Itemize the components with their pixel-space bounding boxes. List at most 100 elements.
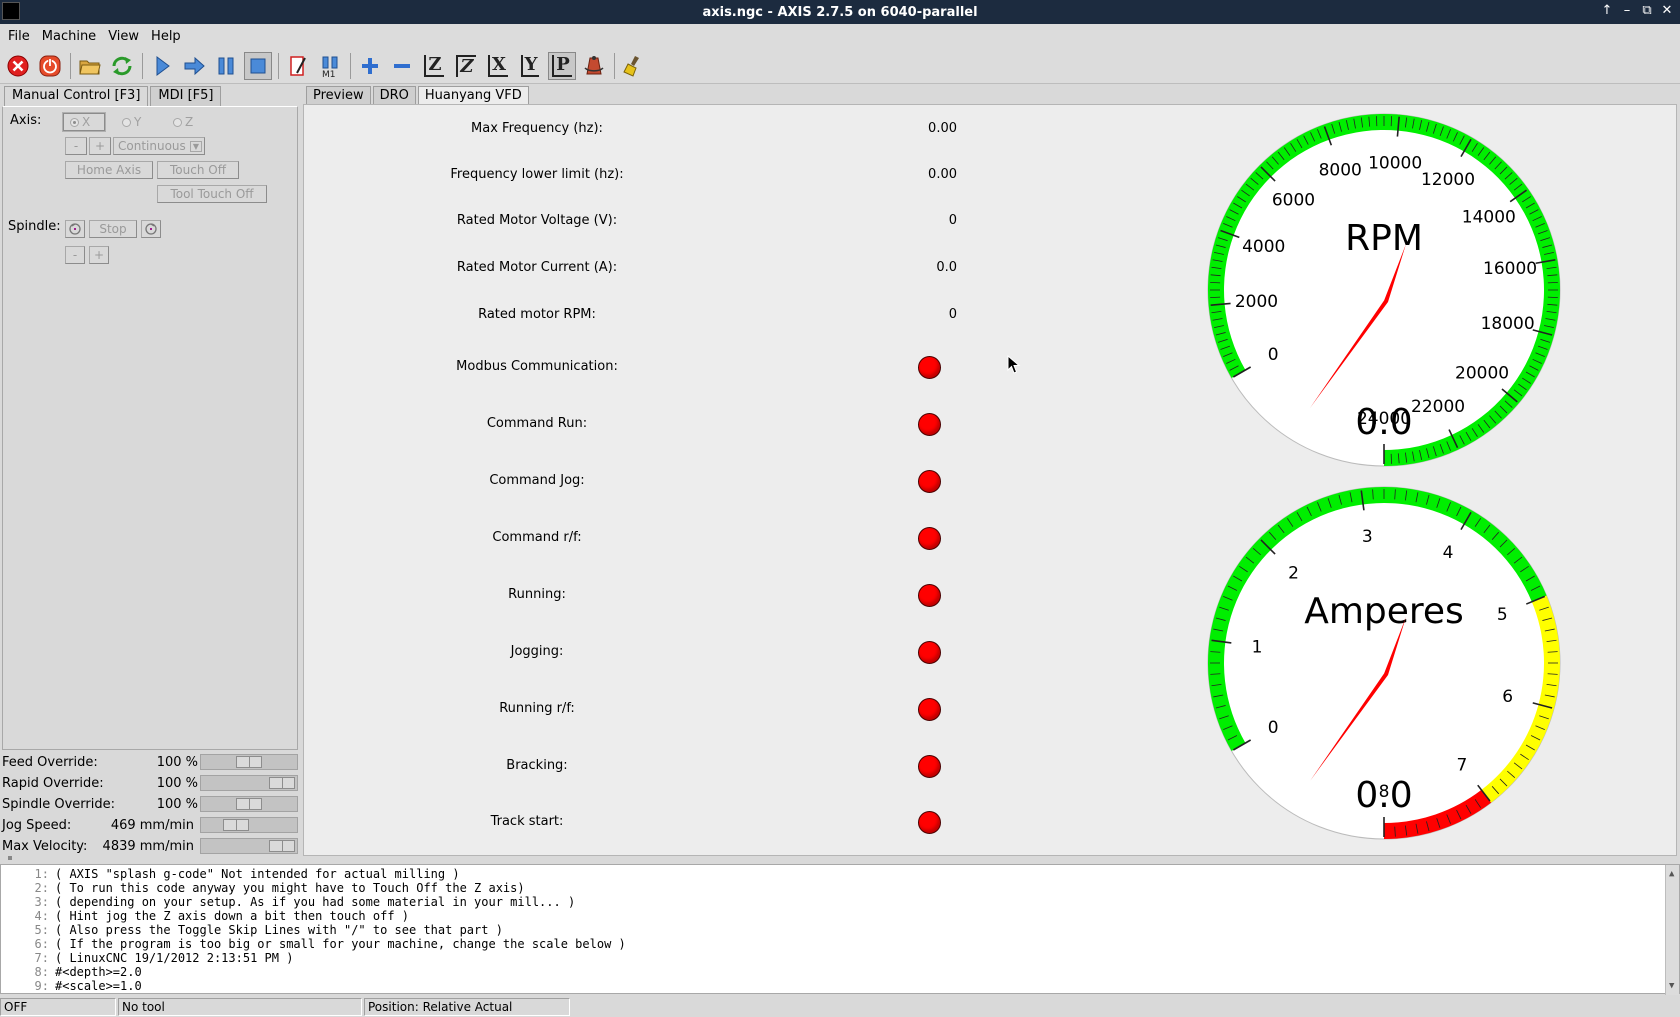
axis-y-label: Y: [134, 115, 142, 129]
menu-machine[interactable]: Machine: [38, 29, 100, 44]
tab-dro[interactable]: DRO: [372, 86, 416, 106]
axis-z-radio[interactable]: Z: [173, 113, 193, 131]
reload-button[interactable]: [108, 52, 136, 80]
line-text: ( To run this code anyway you might have…: [55, 881, 525, 895]
gcode-line[interactable]: 8: #<depth>=2.0: [1, 965, 1679, 979]
window-minimize-button[interactable]: –: [1620, 3, 1634, 18]
line-text: ( depending on your setup. As if you had…: [55, 895, 576, 909]
view-p-button[interactable]: P: [548, 51, 576, 80]
menu-help[interactable]: Help: [147, 29, 185, 44]
line-number: 8:: [34, 965, 49, 979]
optional-stop-button[interactable]: M1: [316, 52, 344, 80]
gcode-line[interactable]: 9: #<scale>=1.0: [1, 979, 1679, 993]
gcode-line[interactable]: 3: ( depending on your setup. As if you h…: [1, 895, 1679, 909]
spindle-slower-button[interactable]: -: [65, 246, 85, 264]
line-text: ( Also press the Toggle Skip Lines with …: [55, 923, 503, 937]
slider-thumb[interactable]: [236, 798, 262, 810]
jog-speed-slider[interactable]: [200, 817, 298, 833]
scroll-down-icon[interactable]: ▼: [1669, 979, 1674, 993]
gauge-tick-label: 6: [1502, 687, 1513, 707]
gcode-line[interactable]: 2: ( To run this code anyway you might ha…: [1, 881, 1679, 895]
step-button[interactable]: [180, 52, 208, 80]
view-z2-button[interactable]: Z: [452, 52, 480, 80]
zoom-in-icon: [362, 57, 378, 74]
axis-y-radio[interactable]: Y: [122, 113, 141, 131]
manual-control-body: Axis: X Y Z - + Continuous ▼ Home Axis T…: [2, 106, 298, 750]
overrides-panel: Feed Override: 100 % Rapid Override: 100…: [0, 752, 300, 856]
view-x-button[interactable]: X: [484, 52, 512, 80]
view-z-button[interactable]: Z: [420, 52, 448, 80]
zoom-in-button[interactable]: [356, 52, 384, 80]
slider-thumb[interactable]: [269, 777, 295, 789]
gcode-line[interactable]: 1: ( AXIS "splash g-code" Not intended fo…: [1, 867, 1679, 881]
pause-button[interactable]: [212, 52, 240, 80]
gcode-scrollbar[interactable]: ▲ ▼: [1665, 865, 1679, 995]
machine-power-button[interactable]: [36, 52, 64, 80]
spindle-faster-button[interactable]: +: [89, 246, 109, 264]
window-raise-button[interactable]: ↑: [1600, 3, 1614, 18]
gauge-tick-label: 22000: [1411, 397, 1465, 417]
bracking-label: Bracking:: [506, 758, 568, 773]
spindle-stop-button[interactable]: Stop: [89, 220, 137, 238]
slider-thumb[interactable]: [222, 819, 249, 831]
view-z2-icon: Z: [456, 54, 476, 77]
spindle-override-slider[interactable]: [200, 796, 298, 812]
amperes-gauge: 012345678 Amperes 0.0: [1207, 486, 1561, 840]
rapid-override-value: 100 %: [156, 775, 198, 791]
touch-off-button[interactable]: Touch Off: [157, 161, 239, 179]
spindle-ccw-icon: [69, 223, 81, 235]
open-file-button[interactable]: [76, 52, 104, 80]
jog-minus-button[interactable]: -: [65, 137, 87, 155]
estop-button[interactable]: [4, 52, 32, 80]
max-frequency-label: Max Frequency (hz):: [471, 121, 603, 136]
skip-lines-button[interactable]: [284, 52, 312, 80]
rapid-override-slider[interactable]: [200, 775, 298, 791]
axis-x-radio[interactable]: X: [62, 112, 106, 132]
home-axis-button[interactable]: Home Axis: [65, 161, 153, 179]
gauge-tick-label: 2: [1288, 563, 1299, 583]
window-close-button[interactable]: ✕: [1660, 3, 1674, 18]
rotate-icon: [584, 55, 604, 74]
slider-thumb[interactable]: [269, 840, 295, 852]
gauge-tick-label: 0: [1268, 345, 1279, 365]
vfd-indicator-row: Running r/f:: [437, 701, 957, 721]
tab-mdi[interactable]: MDI [F5]: [150, 86, 222, 106]
window-maximize-button[interactable]: ⧉: [1640, 3, 1654, 18]
clear-plot-button[interactable]: [620, 52, 648, 80]
gcode-line[interactable]: 5: ( Also press the Toggle Skip Lines wit…: [1, 923, 1679, 937]
view-z-icon: Z: [424, 54, 444, 77]
gauge-tick-label: 2000: [1235, 292, 1278, 312]
max-velocity-slider[interactable]: [200, 838, 298, 854]
tab-preview[interactable]: Preview: [306, 86, 371, 106]
menu-file[interactable]: File: [4, 29, 34, 44]
stop-button[interactable]: [244, 51, 272, 80]
rotate-view-button[interactable]: [580, 52, 608, 80]
amperes-gauge-readout: 0.0: [1355, 775, 1412, 816]
jog-plus-button[interactable]: +: [89, 137, 111, 155]
reload-icon: [112, 56, 132, 75]
running-rf-label: Running r/f:: [499, 701, 575, 716]
zoom-out-button[interactable]: [388, 52, 416, 80]
spindle-ccw-button[interactable]: [65, 220, 85, 238]
zoom-out-icon: [394, 63, 410, 68]
scroll-up-icon[interactable]: ▲: [1669, 867, 1674, 881]
gauge-tick-label: 16000: [1483, 259, 1537, 279]
view-y-button[interactable]: Y: [516, 52, 544, 80]
spindle-cw-button[interactable]: [141, 220, 161, 238]
gcode-line[interactable]: 6: ( If the program is too big or small f…: [1, 937, 1679, 951]
menu-view[interactable]: View: [104, 29, 143, 44]
pane-divider-handle[interactable]: [8, 856, 12, 860]
gcode-line[interactable]: 4: ( Hint jog the Z axis down a bit then …: [1, 909, 1679, 923]
gauge-tick-label: 20000: [1455, 363, 1509, 383]
gcode-listing[interactable]: 1: ( AXIS "splash g-code" Not intended fo…: [0, 864, 1680, 995]
window-controls: ↑ – ⧉ ✕: [1600, 3, 1674, 18]
max-velocity-label: Max Velocity:: [2, 838, 88, 854]
jog-mode-select[interactable]: Continuous ▼: [113, 137, 205, 155]
feed-override-slider[interactable]: [200, 754, 298, 770]
slider-thumb[interactable]: [236, 756, 262, 768]
tool-touch-off-button[interactable]: Tool Touch Off: [157, 185, 267, 203]
tab-manual-control[interactable]: Manual Control [F3]: [4, 86, 149, 107]
m1-label: M1: [322, 70, 336, 78]
gcode-line[interactable]: 7: ( LinuxCNC 19/1/2012 2:13:51 PM ): [1, 951, 1679, 965]
run-button[interactable]: [148, 52, 176, 80]
